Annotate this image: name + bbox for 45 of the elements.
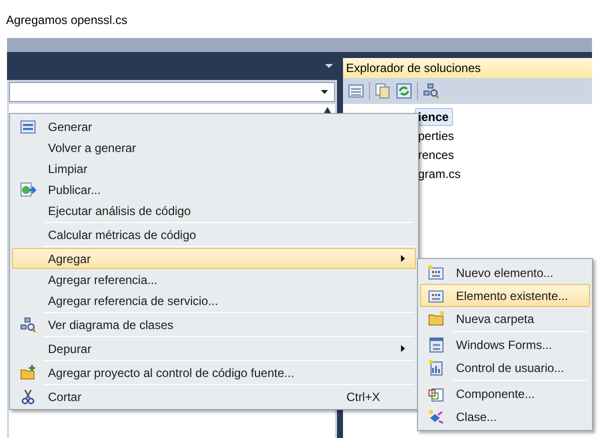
scissors-icon (20, 388, 36, 404)
documents-icon[interactable] (375, 83, 391, 99)
menu-item[interactable]: Clase... (420, 405, 590, 428)
menu-item[interactable]: Agregar referencia... (12, 269, 416, 290)
menu-item[interactable]: Windows Forms... (420, 333, 590, 356)
class-diagram-icon (20, 316, 36, 332)
menu-item[interactable]: Publicar... (12, 179, 416, 200)
properties-icon[interactable] (348, 83, 364, 99)
panel-title-bar: Explorador de soluciones (343, 58, 592, 78)
tree-item[interactable]: rences (415, 146, 458, 164)
menu-item[interactable]: Limpiar (12, 158, 416, 179)
menu-item[interactable]: Volver a generar (12, 137, 416, 158)
menu-item[interactable]: Ejecutar análisis de código (12, 200, 416, 221)
tree-item[interactable]: gram.cs (415, 165, 465, 183)
menu-item[interactable]: Generar (12, 116, 416, 137)
build-icon (20, 118, 36, 134)
menu-item[interactable]: Agregar referencia de servicio... (12, 290, 416, 311)
menu-item[interactable]: Calcular métricas de código (12, 224, 416, 245)
menu-item[interactable]: Nueva carpeta (420, 307, 590, 330)
folder-plus-icon (20, 364, 36, 380)
dropdown-field[interactable] (9, 82, 335, 102)
menu-item[interactable]: Agregar (12, 248, 416, 269)
component-icon (428, 386, 444, 402)
dropdown-caret-icon[interactable] (325, 64, 333, 68)
menu-item[interactable]: Ver diagrama de clases (12, 314, 416, 335)
item-icon (428, 288, 444, 304)
new-item-icon (428, 264, 444, 280)
shortcut-text: Ctrl+X (346, 388, 380, 406)
class-diagram-icon[interactable] (423, 83, 439, 99)
publish-icon (20, 182, 36, 198)
menu-item[interactable]: Nuevo elemento... (420, 261, 590, 284)
tree-item[interactable]: ience (415, 108, 453, 126)
dropdown-caret-icon (321, 90, 328, 94)
refresh-icon[interactable] (396, 83, 412, 99)
menu-item[interactable]: Componente... (420, 382, 590, 405)
menu-item[interactable]: Cortar Ctrl+X (12, 386, 416, 407)
menu-item[interactable]: Depurar (12, 338, 416, 359)
form-icon (428, 336, 444, 352)
menu-item[interactable]: Elemento existente... (420, 284, 590, 307)
menu-item[interactable]: Agregar proyecto al control de código fuente... (12, 362, 416, 383)
folder-icon (428, 310, 444, 326)
caption-text: Agregamos openssl.cs (6, 13, 128, 27)
menu-item[interactable]: Control de usuario... (420, 356, 590, 379)
user-control-icon (428, 360, 444, 376)
class-icon (428, 408, 444, 424)
